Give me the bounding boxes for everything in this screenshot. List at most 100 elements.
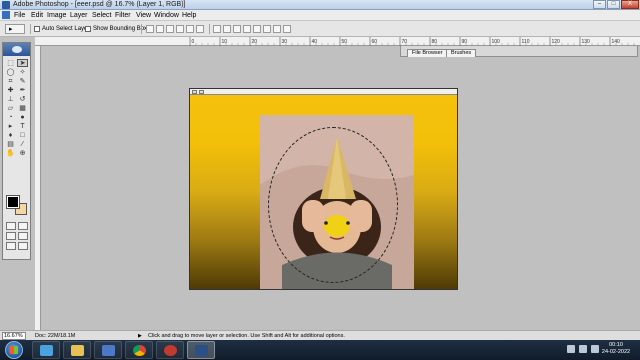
- status-arrow-icon[interactable]: ▶: [138, 333, 142, 339]
- gradient-tool-icon[interactable]: ▦: [17, 104, 28, 112]
- canvas-gradient-layer[interactable]: [190, 95, 457, 289]
- show-bbox-checkbox[interactable]: [85, 26, 91, 32]
- ruler-tick-label: 60: [372, 39, 378, 45]
- align-bottom-icon[interactable]: [166, 25, 174, 33]
- menu-edit[interactable]: Edit: [31, 11, 43, 20]
- move-tool-icon[interactable]: ➤: [17, 59, 28, 67]
- menu-view[interactable]: View: [136, 11, 151, 20]
- start-button[interactable]: [5, 341, 23, 359]
- chrome-icon: [133, 345, 146, 356]
- distribute-top-icon[interactable]: [213, 25, 221, 33]
- move-tool-icon: ▸: [9, 26, 13, 33]
- distribute-extra-icon[interactable]: [273, 25, 281, 33]
- adobe-eye-icon[interactable]: [12, 46, 22, 53]
- align-hcenter-icon[interactable]: [186, 25, 194, 33]
- taskbar-media[interactable]: [94, 341, 122, 359]
- shape-tool-icon[interactable]: □: [17, 131, 28, 139]
- menu-window[interactable]: Window: [154, 11, 179, 20]
- imageready-jump-icon[interactable]: [18, 242, 28, 250]
- status-bar: 16.67% Doc: 22M/18.1M ▶ Click and drag t…: [0, 330, 640, 340]
- horizontal-ruler: 0 10 20 30 40 50 60 70 80 90 100 110 120 130 140: [35, 37, 640, 46]
- menu-image[interactable]: Image: [47, 11, 66, 20]
- align-right-icon[interactable]: [196, 25, 204, 33]
- taskbar-recorder[interactable]: [156, 341, 184, 359]
- history-brush-icon[interactable]: ↺: [17, 95, 28, 103]
- align-buttons: [146, 25, 204, 33]
- magic-wand-tool-icon[interactable]: ✧: [17, 68, 28, 76]
- standard-mode-icon[interactable]: [6, 222, 16, 230]
- doc-minimize-icon[interactable]: [192, 90, 197, 94]
- document-window[interactable]: [189, 88, 458, 290]
- explorer-icon: [40, 345, 53, 356]
- flag-icon[interactable]: [567, 345, 575, 353]
- windows-taskbar: 00:10 24-02-2022: [0, 340, 640, 360]
- menu-filter[interactable]: Filter: [115, 11, 131, 20]
- align-vcenter-icon[interactable]: [156, 25, 164, 33]
- clone-stamp-icon[interactable]: ⊥: [5, 95, 16, 103]
- eyedropper-tool-icon[interactable]: ⁄: [17, 140, 28, 148]
- menu-layer[interactable]: Layer: [70, 11, 88, 20]
- network-icon[interactable]: [579, 345, 587, 353]
- mode-buttons: [6, 222, 29, 250]
- ruler-tick-label: 20: [252, 39, 258, 45]
- recorder-icon: [164, 345, 177, 356]
- distribute-hcenter-icon[interactable]: [253, 25, 261, 33]
- taskbar-photoshop[interactable]: [187, 341, 215, 359]
- dodge-tool-icon[interactable]: ●: [17, 113, 28, 121]
- brush-tool-icon[interactable]: ✒: [17, 86, 28, 94]
- type-tool-icon[interactable]: T: [17, 122, 28, 130]
- zoom-field[interactable]: 16.67%: [2, 332, 26, 340]
- distribute-bottom-icon[interactable]: [233, 25, 241, 33]
- screen-mode-1-icon[interactable]: [6, 232, 16, 240]
- tool-preset-picker[interactable]: ▸: [5, 24, 25, 34]
- screen-mode-2-icon[interactable]: [18, 232, 28, 240]
- options-bar: ▸ Auto Select Layer Show Bounding Box Fi…: [0, 21, 640, 57]
- maximize-button[interactable]: □: [607, 0, 620, 9]
- lasso-tool-icon[interactable]: ◯: [5, 68, 16, 76]
- align-top-icon[interactable]: [146, 25, 154, 33]
- taskbar-folder[interactable]: [63, 341, 91, 359]
- pen-tool-icon[interactable]: ♦: [5, 131, 16, 139]
- tab-file-browser[interactable]: File Browser: [407, 49, 448, 57]
- ruler-tick-label: 50: [342, 39, 348, 45]
- hand-tool-icon[interactable]: ✋: [5, 149, 16, 157]
- eraser-tool-icon[interactable]: ▱: [5, 104, 16, 112]
- ruler-tick-label: 0: [192, 39, 195, 45]
- elliptical-selection-marquee[interactable]: [268, 127, 398, 283]
- auto-select-checkbox[interactable]: [34, 26, 40, 32]
- taskbar-explorer[interactable]: [32, 341, 60, 359]
- zoom-tool-icon[interactable]: ⊕: [17, 149, 28, 157]
- blur-tool-icon[interactable]: ◔: [5, 113, 16, 121]
- healing-brush-icon[interactable]: ✚: [5, 86, 16, 94]
- distribute-buttons: [213, 25, 291, 33]
- notes-tool-icon[interactable]: ▤: [5, 140, 16, 148]
- crop-tool-icon[interactable]: ⌗: [5, 77, 16, 85]
- distribute-right-icon[interactable]: [263, 25, 271, 33]
- ruler-tick-label: 80: [432, 39, 438, 45]
- distribute-left-icon[interactable]: [243, 25, 251, 33]
- close-button[interactable]: X: [621, 0, 639, 9]
- screen-mode-3-icon[interactable]: [6, 242, 16, 250]
- minimize-button[interactable]: –: [593, 0, 606, 9]
- align-left-icon[interactable]: [176, 25, 184, 33]
- ruler-tick-label: 90: [462, 39, 468, 45]
- document-icon[interactable]: [2, 11, 10, 19]
- menu-select[interactable]: Select: [92, 11, 111, 20]
- distribute-vcenter-icon[interactable]: [223, 25, 231, 33]
- clock[interactable]: 00:10 24-02-2022: [597, 342, 635, 356]
- distribute-extra2-icon[interactable]: [283, 25, 291, 33]
- path-selection-icon[interactable]: ▸: [5, 122, 16, 130]
- taskbar-chrome[interactable]: [125, 341, 153, 359]
- slice-tool-icon[interactable]: ✎: [17, 77, 28, 85]
- menu-file[interactable]: File: [14, 11, 25, 20]
- system-tray: [567, 345, 599, 353]
- menu-help[interactable]: Help: [182, 11, 196, 20]
- doc-maximize-icon[interactable]: [199, 90, 204, 94]
- tools-grid: ⬚ ➤ ◯ ✧ ⌗ ✎ ✚ ✒ ⊥ ↺ ▱ ▦ ◔ ● ▸ T ♦ □ ▤ ⁄ …: [5, 59, 29, 158]
- marquee-tool-icon[interactable]: ⬚: [5, 59, 16, 67]
- doc-size-info[interactable]: Doc: 22M/18.1M: [35, 332, 75, 340]
- quick-mask-icon[interactable]: [18, 222, 28, 230]
- show-bbox-label: Show Bounding Box: [93, 26, 148, 32]
- foreground-color-swatch[interactable]: [6, 195, 20, 209]
- tab-brushes[interactable]: Brushes: [446, 49, 477, 57]
